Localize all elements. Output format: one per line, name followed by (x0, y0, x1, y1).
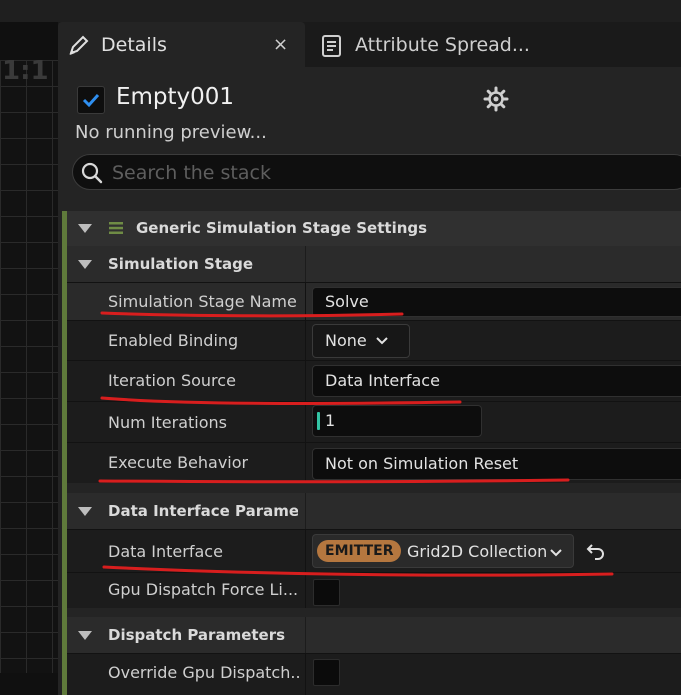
annotation-stroke (98, 478, 570, 484)
annotation-stroke (100, 311, 404, 318)
annotation-overlay (98, 311, 614, 577)
annotation-stroke (102, 565, 614, 577)
annotation-stroke (100, 396, 462, 405)
